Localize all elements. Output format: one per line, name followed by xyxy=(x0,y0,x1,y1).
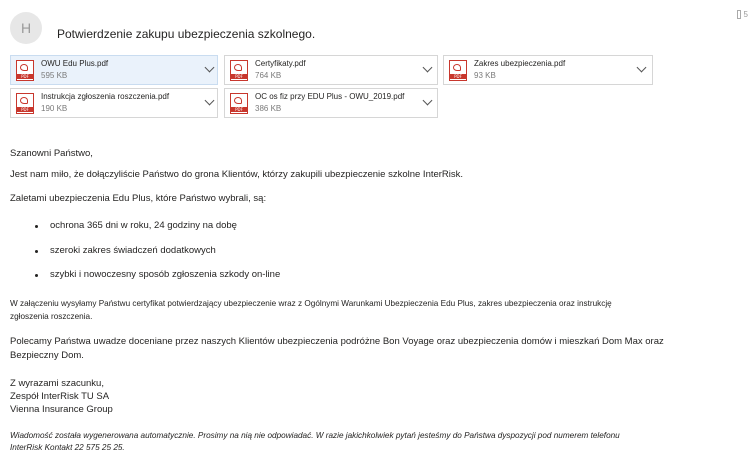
pdf-icon: PDF xyxy=(16,93,34,114)
attachment-note-line2: zgłoszenia roszczenia. xyxy=(10,312,93,321)
attachment-size: 386 KB xyxy=(255,104,282,113)
signature-group: Vienna Insurance Group xyxy=(10,404,113,415)
attachment-zakres-ubezpieczenia[interactable]: PDF Zakres ubezpieczenia.pdf 93 KB xyxy=(443,55,653,85)
pdf-icon: PDF xyxy=(449,60,467,81)
chevron-down-icon[interactable] xyxy=(636,62,647,73)
chevron-down-icon[interactable] xyxy=(422,95,433,106)
pdf-icon: PDF xyxy=(230,93,248,114)
closing: Z wyrazami szacunku, xyxy=(10,378,104,389)
greeting: Szanowni Państwo, xyxy=(10,148,93,159)
bullet-text: szeroki zakres świadczeń dodatkowych xyxy=(50,245,216,256)
footer-line2: InterRisk Kontakt 22 575 25 25. xyxy=(10,443,125,452)
attachment-instrukcja[interactable]: PDF Instrukcja zgłoszenia roszczenia.pdf… xyxy=(10,88,218,118)
recommend-line1: Polecamy Państwa uwadze doceniane przez … xyxy=(10,336,664,347)
bullet-item: szybki i nowoczesny sposób zgłoszenia sz… xyxy=(35,269,280,281)
attachment-size: 190 KB xyxy=(41,104,68,113)
attachment-name: OC os fiz przy EDU Plus - OWU_2019.pdf xyxy=(255,92,405,101)
attachment-owu-edu-plus[interactable]: PDF OWU Edu Plus.pdf 595 KB xyxy=(10,55,218,85)
chevron-down-icon[interactable] xyxy=(204,62,215,73)
attachment-oc-os-fiz[interactable]: PDF OC os fiz przy EDU Plus - OWU_2019.p… xyxy=(224,88,438,118)
page-count-icon xyxy=(736,10,741,19)
sender-avatar[interactable]: H xyxy=(10,12,42,44)
attachment-name: Certyfikaty.pdf xyxy=(255,59,306,68)
pdf-icon: PDF xyxy=(230,60,248,81)
bullet-text: szybki i nowoczesny sposób zgłoszenia sz… xyxy=(50,269,281,280)
chevron-down-icon[interactable] xyxy=(422,62,433,73)
benefits-intro: Zaletami ubezpieczenia Edu Plus, które P… xyxy=(10,193,267,204)
attachment-name: Zakres ubezpieczenia.pdf xyxy=(474,59,566,68)
chevron-down-icon[interactable] xyxy=(204,95,215,106)
attachment-size: 595 KB xyxy=(41,71,68,80)
bullet-item: ochrona 365 dni w roku, 24 godziny na do… xyxy=(35,220,237,232)
attachment-certyfikaty[interactable]: PDF Certyfikaty.pdf 764 KB xyxy=(224,55,438,85)
email-reading-pane: H Potwierdzenie zakupu ubezpieczenia szk… xyxy=(0,0,756,475)
attachment-size: 764 KB xyxy=(255,71,282,80)
bullet-item: szeroki zakres świadczeń dodatkowych xyxy=(35,245,216,257)
page-count: 5 xyxy=(743,10,748,19)
intro-paragraph: Jest nam miło, że dołączyliście Państwo … xyxy=(10,169,464,180)
bullet-icon xyxy=(35,224,38,228)
bullet-icon xyxy=(35,249,38,253)
pdf-icon: PDF xyxy=(16,60,34,81)
attachment-name: OWU Edu Plus.pdf xyxy=(41,59,109,68)
attachment-note-line1: W załączeniu wysyłamy Państwu certyfikat… xyxy=(10,299,612,308)
bullet-text: ochrona 365 dni w roku, 24 godziny na do… xyxy=(50,220,237,231)
signature-company: Zespół InterRisk TU SA xyxy=(10,391,110,402)
avatar-initial: H xyxy=(20,20,32,36)
footer-line1: Wiadomość została wygenerowana automatyc… xyxy=(10,431,620,440)
corner-indicator: 5 xyxy=(736,10,748,19)
email-subject: Potwierdzenie zakupu ubezpieczenia szkol… xyxy=(57,27,316,41)
attachment-size: 93 KB xyxy=(474,71,496,80)
recommend-line2: Bezpieczny Dom. xyxy=(10,350,84,361)
bullet-icon xyxy=(35,273,38,277)
attachment-name: Instrukcja zgłoszenia roszczenia.pdf xyxy=(41,92,170,101)
